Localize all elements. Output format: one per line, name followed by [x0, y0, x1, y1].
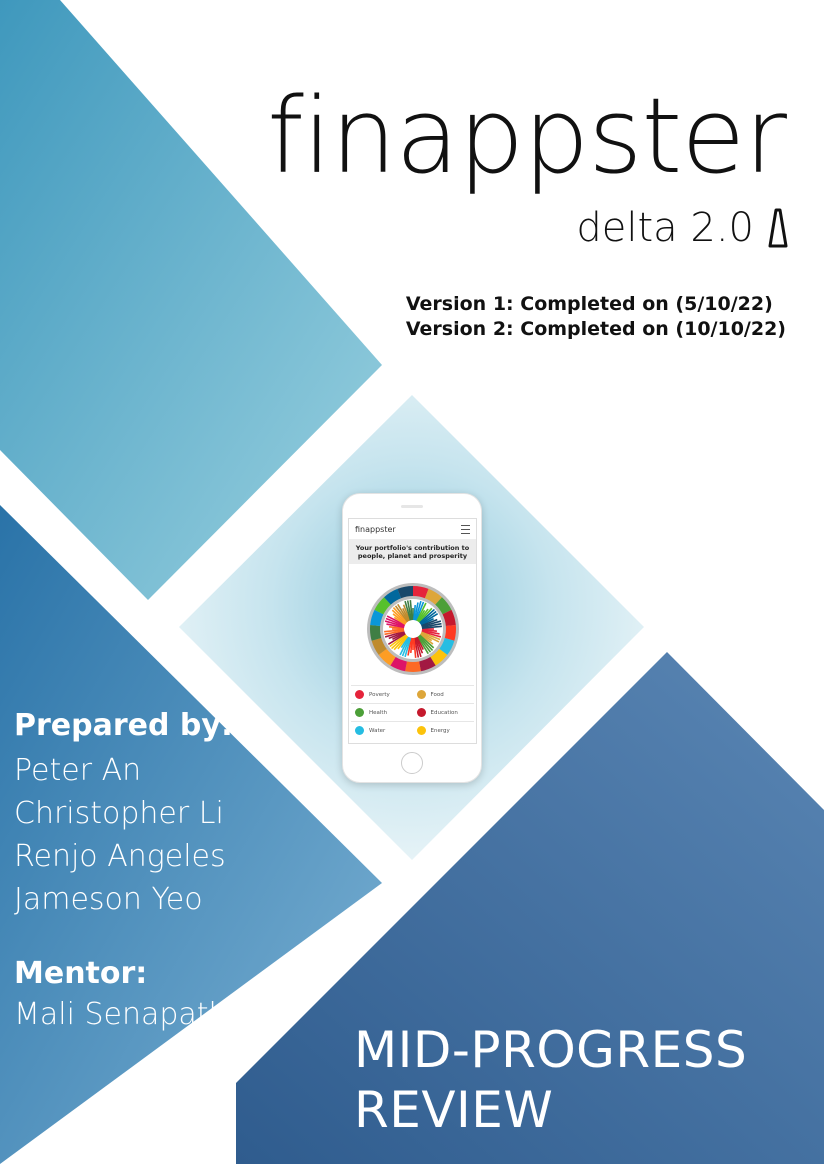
legend-item: Water	[351, 726, 413, 735]
brand-subtitle: delta 2.0	[576, 208, 788, 248]
sdg-wheel-icon	[367, 583, 459, 675]
legend-row: Health Education	[351, 703, 474, 721]
phone-mockup: finappster Your portfolio's contribution…	[342, 493, 482, 783]
legend-item: Food	[413, 690, 475, 699]
subtitle-text: delta 2.0	[576, 205, 754, 251]
app-name: finappster	[355, 524, 396, 534]
wheel-segment	[370, 625, 382, 641]
legend-label: Energy	[430, 727, 450, 734]
version-info: Version 1: Completed on (5/10/22) Versio…	[406, 292, 786, 342]
legend-label: Poverty	[369, 691, 390, 698]
food-icon	[416, 690, 426, 699]
legend-label: Education	[430, 709, 458, 716]
prepared-heading: Prepared by:	[14, 708, 233, 743]
wheel-segment	[405, 661, 421, 672]
energy-icon	[416, 726, 426, 735]
author-name: Jameson Yeo	[14, 882, 203, 917]
app-header: finappster	[349, 519, 476, 540]
author-name: Christopher Li	[14, 796, 224, 831]
mentor-section: Mentor: Mali Senapathi	[14, 956, 236, 1032]
legend-label: Water	[369, 727, 386, 734]
sdg-legend: Poverty Food Health Education Water Ener…	[351, 685, 474, 739]
poverty-icon	[355, 690, 364, 699]
review-line-1: MID-PROGRESS	[354, 1021, 748, 1079]
legend-item: Poverty	[351, 690, 413, 699]
education-icon	[416, 708, 426, 717]
legend-item: Health	[351, 708, 413, 717]
author-name: Renjo Angeles	[14, 839, 226, 874]
home-button	[401, 752, 423, 774]
mentor-heading: Mentor:	[14, 956, 148, 991]
legend-label: Food	[430, 691, 444, 698]
author-name: Peter An	[14, 753, 142, 788]
legend-row: Water Energy	[351, 721, 474, 739]
water-icon	[355, 726, 364, 735]
version-1: Version 1: Completed on (5/10/22)	[405, 293, 773, 315]
review-title: MID-PROGRESS REVIEW	[354, 1020, 747, 1140]
brand-title: finappster	[267, 75, 787, 197]
app-heading: Your portfolio's contribution to people,…	[349, 540, 476, 564]
health-icon	[355, 708, 364, 717]
legend-item: Education	[413, 708, 475, 717]
delta-logo-icon	[768, 208, 788, 248]
version-2: Version 2: Completed on (10/10/22)	[405, 318, 786, 340]
wheel-segment	[444, 625, 456, 641]
hamburger-menu-icon	[461, 524, 470, 534]
legend-label: Health	[369, 709, 388, 716]
phone-screen: finappster Your portfolio's contribution…	[348, 518, 477, 744]
prepared-by-section: Prepared by: Peter An Christopher Li Ren…	[14, 708, 233, 921]
mentor-name: Mali Senapathi	[14, 997, 236, 1032]
review-line-2: REVIEW	[354, 1081, 554, 1139]
phone-speaker	[401, 505, 423, 508]
legend-row: Poverty Food	[351, 685, 474, 703]
legend-item: Energy	[413, 726, 475, 735]
